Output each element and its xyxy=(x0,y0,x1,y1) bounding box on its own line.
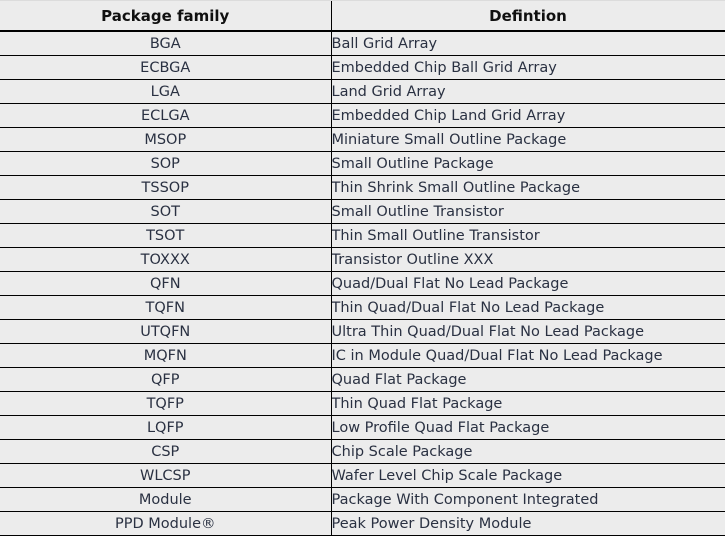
table-row: LQFP Low Profile Quad Flat Package xyxy=(0,415,725,440)
cell-definition: Peak Power Density Module xyxy=(331,511,725,536)
cell-definition: Thin Shrink Small Outline Package xyxy=(331,175,725,200)
cell-definition: Small Outline Package xyxy=(331,151,725,176)
table-row: TOXXX Transistor Outline XXX xyxy=(0,247,725,272)
table-row: QFN Quad/Dual Flat No Lead Package xyxy=(0,271,725,296)
table-row: TSSOP Thin Shrink Small Outline Package xyxy=(0,175,725,200)
cell-package-family: MQFN xyxy=(0,343,332,368)
table-header-row: Package family Defintion xyxy=(0,1,725,32)
cell-package-family: ECLGA xyxy=(0,103,332,128)
cell-package-family: TQFN xyxy=(0,295,332,320)
package-family-table-container: Package family Defintion BGA Ball Grid Ar… xyxy=(0,0,725,536)
table-row: LGA Land Grid Array xyxy=(0,79,725,104)
cell-package-family: BGA xyxy=(0,31,332,56)
cell-definition: Land Grid Array xyxy=(331,79,725,104)
table-row: MQFN IC in Module Quad/Dual Flat No Lead … xyxy=(0,343,725,368)
cell-package-family: WLCSP xyxy=(0,463,332,488)
cell-definition: Ultra Thin Quad/Dual Flat No Lead Packag… xyxy=(331,319,725,344)
cell-definition: Embedded Chip Land Grid Array xyxy=(331,103,725,128)
cell-package-family: CSP xyxy=(0,439,332,464)
package-family-table: Package family Defintion BGA Ball Grid Ar… xyxy=(0,1,725,536)
cell-definition: Ball Grid Array xyxy=(331,31,725,56)
cell-package-family: MSOP xyxy=(0,127,332,152)
table-row: CSP Chip Scale Package xyxy=(0,439,725,464)
table-row: Module Package With Component Integrated xyxy=(0,487,725,512)
cell-package-family: SOT xyxy=(0,199,332,224)
cell-package-family: TSOT xyxy=(0,223,332,248)
table-body: BGA Ball Grid Array ECBGA Embedded Chip Bal… xyxy=(0,31,725,536)
cell-package-family: TSSOP xyxy=(0,175,332,200)
column-header-definition: Defintion xyxy=(331,1,725,32)
cell-definition: Wafer Level Chip Scale Package xyxy=(331,463,725,488)
cell-definition: Miniature Small Outline Package xyxy=(331,127,725,152)
cell-package-family: TQFP xyxy=(0,391,332,416)
table-row: TQFP Thin Quad Flat Package xyxy=(0,391,725,416)
cell-package-family: UTQFN xyxy=(0,319,332,344)
cell-definition: Thin Small Outline Transistor xyxy=(331,223,725,248)
cell-package-family: PPD Module® xyxy=(0,511,332,536)
column-header-package-family: Package family xyxy=(0,1,332,32)
table-row: WLCSP Wafer Level Chip Scale Package xyxy=(0,463,725,488)
table-row: SOT Small Outline Transistor xyxy=(0,199,725,224)
table-row: PPD Module® Peak Power Density Module xyxy=(0,511,725,536)
table-row: UTQFN Ultra Thin Quad/Dual Flat No Lead P… xyxy=(0,319,725,344)
table-row: SOP Small Outline Package xyxy=(0,151,725,176)
cell-package-family: QFN xyxy=(0,271,332,296)
cell-definition: Thin Quad/Dual Flat No Lead Package xyxy=(331,295,725,320)
cell-definition: Package With Component Integrated xyxy=(331,487,725,512)
cell-package-family: LGA xyxy=(0,79,332,104)
cell-package-family: Module xyxy=(0,487,332,512)
cell-definition: Thin Quad Flat Package xyxy=(331,391,725,416)
table-row: BGA Ball Grid Array xyxy=(0,31,725,56)
cell-definition: Transistor Outline XXX xyxy=(331,247,725,272)
table-row: MSOP Miniature Small Outline Package xyxy=(0,127,725,152)
cell-definition: Quad Flat Package xyxy=(331,367,725,392)
cell-package-family: LQFP xyxy=(0,415,332,440)
cell-package-family: TOXXX xyxy=(0,247,332,272)
cell-definition: IC in Module Quad/Dual Flat No Lead Pack… xyxy=(331,343,725,368)
table-header: Package family Defintion xyxy=(0,1,725,32)
cell-package-family: ECBGA xyxy=(0,55,332,80)
cell-definition: Embedded Chip Ball Grid Array xyxy=(331,55,725,80)
cell-package-family: SOP xyxy=(0,151,332,176)
table-row: TQFN Thin Quad/Dual Flat No Lead Package xyxy=(0,295,725,320)
table-row: QFP Quad Flat Package xyxy=(0,367,725,392)
table-row: TSOT Thin Small Outline Transistor xyxy=(0,223,725,248)
table-row: ECBGA Embedded Chip Ball Grid Array xyxy=(0,55,725,80)
cell-definition: Low Profile Quad Flat Package xyxy=(331,415,725,440)
cell-definition: Small Outline Transistor xyxy=(331,199,725,224)
cell-package-family: QFP xyxy=(0,367,332,392)
cell-definition: Quad/Dual Flat No Lead Package xyxy=(331,271,725,296)
cell-definition: Chip Scale Package xyxy=(331,439,725,464)
table-row: ECLGA Embedded Chip Land Grid Array xyxy=(0,103,725,128)
